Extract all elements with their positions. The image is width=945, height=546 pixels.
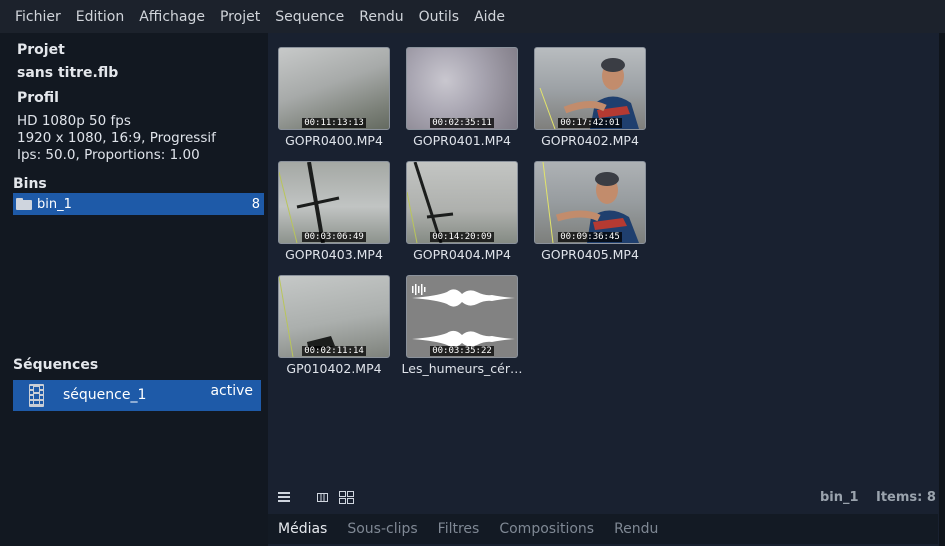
tab-filtres[interactable]: Filtres xyxy=(438,521,480,537)
project-file-name: sans titre.flb xyxy=(17,65,119,81)
list-view-icon[interactable] xyxy=(317,493,328,502)
clip-thumbnail: 00:17:42:01 xyxy=(534,47,646,130)
media-tabs: Médias Sous-clips Filtres Compositions R… xyxy=(268,514,938,544)
film-strip-icon xyxy=(29,384,44,407)
profile-heading: Profil xyxy=(17,90,59,106)
clip-timecode: 00:14:20:09 xyxy=(430,232,494,242)
menu-bar: Fichier Edition Affichage Projet Sequenc… xyxy=(0,0,945,33)
clip-timecode: 00:11:13:13 xyxy=(302,118,366,128)
clip-name: Les_humeurs_cér… xyxy=(401,361,523,376)
sequence-status: active xyxy=(210,383,253,399)
clip-thumbnail: 00:03:06:49 xyxy=(278,161,390,244)
clip-thumbnail: 00:09:36:45 xyxy=(534,161,646,244)
menu-outils[interactable]: Outils xyxy=(419,9,459,25)
project-panel: Projet sans titre.flb Profil HD 1080p 50… xyxy=(0,33,268,546)
hamburger-menu-icon[interactable] xyxy=(278,492,290,502)
clip-timecode: 00:03:35:22 xyxy=(430,346,494,356)
menu-affichage[interactable]: Affichage xyxy=(139,9,205,25)
menu-projet[interactable]: Projet xyxy=(220,9,260,25)
clip-name: GOPR0401.MP4 xyxy=(413,133,511,148)
media-toolbar: bin_1 Items: 8 xyxy=(268,483,938,511)
grid-view-icon[interactable] xyxy=(339,491,354,504)
clip-timecode: 00:09:36:45 xyxy=(558,232,622,242)
bin-count: 8 xyxy=(251,196,260,212)
project-heading: Projet xyxy=(17,42,65,58)
media-panel: 00:11:13:13 GOPR0400.MP4 00:02:35:11 GOP… xyxy=(268,33,945,546)
media-grid: 00:11:13:13 GOPR0400.MP4 00:02:35:11 GOP… xyxy=(268,33,938,473)
tab-rendu[interactable]: Rendu xyxy=(614,521,658,537)
menu-fichier[interactable]: Fichier xyxy=(15,9,61,25)
sequence-item[interactable]: séquence_1 active xyxy=(13,380,261,411)
profile-resolution: 1920 x 1080, 16:9, Progressif xyxy=(17,130,216,146)
clip-timecode: 00:03:06:49 xyxy=(302,232,366,242)
clip-thumbnail: 00:03:35:22 xyxy=(406,275,518,358)
clip-timecode: 00:02:11:14 xyxy=(302,346,366,356)
bin-name: bin_1 xyxy=(37,196,72,212)
bins-heading: Bins xyxy=(13,176,47,192)
items-count-label: Items: 8 xyxy=(876,490,936,505)
tab-medias[interactable]: Médias xyxy=(278,521,327,537)
clip-name: GOPR0403.MP4 xyxy=(285,247,383,262)
menu-edition[interactable]: Edition xyxy=(76,9,124,25)
clip-thumbnail: 00:11:13:13 xyxy=(278,47,390,130)
tab-sous-clips[interactable]: Sous-clips xyxy=(347,521,417,537)
window-edge xyxy=(939,33,945,546)
profile-format: HD 1080p 50 fps xyxy=(17,113,131,129)
clip-name: GP010402.MP4 xyxy=(286,361,382,376)
clip-name: GOPR0402.MP4 xyxy=(541,133,639,148)
clip-name: GOPR0405.MP4 xyxy=(541,247,639,262)
clip-timecode: 00:17:42:01 xyxy=(558,118,622,128)
folder-icon xyxy=(16,198,32,210)
menu-rendu[interactable]: Rendu xyxy=(359,9,403,25)
clip-timecode: 00:02:35:11 xyxy=(430,118,494,128)
bin-item[interactable]: bin_1 8 xyxy=(13,193,264,215)
clip-thumbnail: 00:02:35:11 xyxy=(406,47,518,130)
clip-thumbnail: 00:14:20:09 xyxy=(406,161,518,244)
current-bin-label: bin_1 xyxy=(820,490,859,505)
sequence-name: séquence_1 xyxy=(63,387,147,403)
menu-aide[interactable]: Aide xyxy=(474,9,505,25)
sequences-heading: Séquences xyxy=(13,357,99,373)
menu-sequence[interactable]: Sequence xyxy=(275,9,344,25)
clip-thumbnail: 00:02:11:14 xyxy=(278,275,390,358)
clip-name: GOPR0400.MP4 xyxy=(285,133,383,148)
profile-fps: Ips: 50.0, Proportions: 1.00 xyxy=(17,147,200,163)
tab-compositions[interactable]: Compositions xyxy=(499,521,594,537)
clip-name: GOPR0404.MP4 xyxy=(413,247,511,262)
